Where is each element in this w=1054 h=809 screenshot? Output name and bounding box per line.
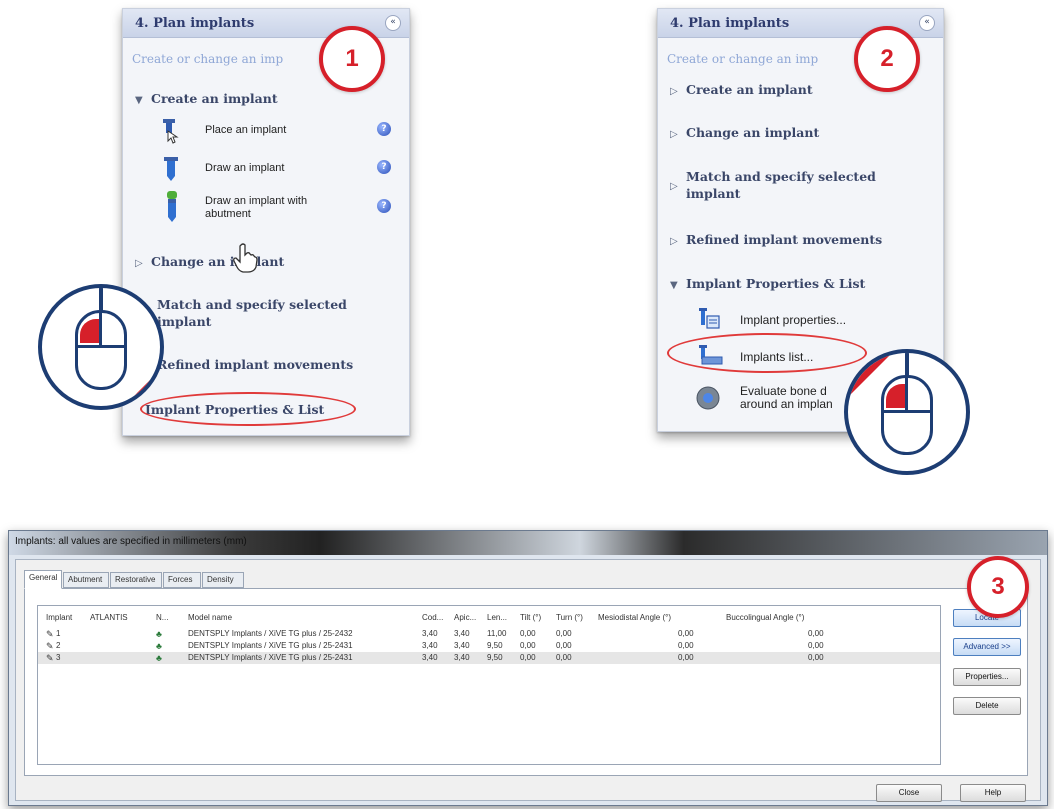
tab-general[interactable]: General: [24, 570, 62, 589]
tool-place-implant[interactable]: Place an implant: [205, 124, 286, 137]
implants-list-dialog: Implants: all values are specified in mi…: [8, 530, 1048, 806]
draw-implant-abutment-icon: [167, 191, 177, 222]
evaluate-bone-icon: [696, 386, 720, 410]
table-row[interactable]: ✎ 1 ♣ DENTSPLY Implants / XiVE TG plus /…: [38, 628, 940, 640]
panel-title: 4. Plan implants: [135, 16, 255, 31]
help-icon[interactable]: ?: [377, 199, 391, 213]
implant-properties-icon: [699, 308, 720, 329]
collapsed-triangle-icon: ▷: [135, 258, 143, 269]
section-create-implant[interactable]: ▼ Create an implant: [135, 90, 278, 109]
tool-draw-implant[interactable]: Draw an implant: [205, 162, 284, 175]
highlight-oval: [140, 392, 356, 426]
section-change-implant[interactable]: ▷ Change an implant: [670, 124, 819, 143]
properties-button[interactable]: Properties...: [953, 668, 1021, 686]
section-implant-properties-list[interactable]: ▼ Implant Properties & List: [670, 275, 865, 294]
close-button[interactable]: Close: [876, 784, 942, 802]
collapsed-triangle-icon: ▷: [670, 129, 678, 140]
step-1-badge: 1: [319, 26, 385, 92]
col-turn[interactable]: Turn (°): [556, 612, 583, 624]
implants-table: Implant ATLANTIS N... Model name Cod... …: [37, 605, 941, 765]
help-icon[interactable]: ?: [377, 160, 391, 174]
dialog-titlebar[interactable]: Implants: all values are specified in mi…: [9, 531, 1047, 555]
collapse-chevron-icon[interactable]: «: [919, 15, 935, 31]
tooth-icon: ♣: [156, 629, 162, 639]
section-change-implant[interactable]: ▷ Change an implant: [135, 253, 284, 272]
tab-forces[interactable]: Forces: [163, 572, 201, 588]
step-3-badge: 3: [967, 556, 1029, 618]
col-cod[interactable]: Cod...: [422, 612, 443, 624]
col-implant[interactable]: Implant: [46, 612, 72, 624]
col-mesiodistal[interactable]: Mesiodistal Angle (°): [598, 612, 671, 624]
table-row[interactable]: ✎ 2 ♣ DENTSPLY Implants / XiVE TG plus /…: [38, 640, 940, 652]
implant-pen-icon: ✎: [46, 641, 54, 651]
col-apic[interactable]: Apic...: [454, 612, 476, 624]
panel-subtitle: Create or change an imp: [132, 52, 284, 66]
collapsed-triangle-icon: ▷: [670, 86, 678, 97]
col-atlantis[interactable]: ATLANTIS: [90, 612, 128, 624]
implant-pen-icon: ✎: [46, 629, 54, 639]
collapsed-triangle-icon: ▷: [670, 181, 678, 192]
tooth-icon: ♣: [156, 653, 162, 663]
tab-density[interactable]: Density: [202, 572, 244, 588]
col-model-name[interactable]: Model name: [188, 612, 232, 624]
tab-abutment[interactable]: Abutment: [63, 572, 109, 588]
section-match-specify[interactable]: ▷Match and specify selected implant: [670, 168, 886, 202]
section-match-specify[interactable]: Match and specify selected implant: [157, 296, 367, 330]
mouse-cord: [905, 353, 909, 377]
advanced-button[interactable]: Advanced >>: [953, 638, 1021, 656]
table-header: Implant ATLANTIS N... Model name Cod... …: [38, 612, 940, 624]
tool-implant-properties[interactable]: Implant properties...: [740, 314, 846, 327]
col-len[interactable]: Len...: [487, 612, 507, 624]
section-refined-movements[interactable]: ▷ Refined implant movements: [670, 231, 882, 250]
dialog-body: General Abutment Restorative Forces Dens…: [15, 559, 1041, 802]
tool-draw-implant-abutment[interactable]: Draw an implant with abutment: [205, 195, 325, 221]
delete-button[interactable]: Delete: [953, 697, 1021, 715]
highlight-oval: [667, 333, 867, 373]
section-create-implant[interactable]: ▷ Create an implant: [670, 81, 813, 100]
col-buccolingual[interactable]: Buccolingual Angle (°): [726, 612, 804, 624]
implant-pen-icon: ✎: [46, 653, 54, 663]
step-2-badge: 2: [854, 26, 920, 92]
section-refined-movements[interactable]: Refined implant movements: [157, 356, 353, 373]
col-tilt[interactable]: Tilt (°): [520, 612, 541, 624]
expanded-triangle-icon: ▼: [670, 280, 678, 291]
mouse-icon: [75, 310, 127, 390]
mouse-icon: [881, 375, 933, 455]
help-button[interactable]: Help: [960, 784, 1026, 802]
collapse-chevron-icon[interactable]: «: [385, 15, 401, 31]
place-implant-icon: [163, 119, 179, 144]
panel-subtitle: Create or change an imp: [667, 52, 819, 66]
mouse-click-circle-2: [844, 349, 970, 475]
dialog-title: Implants: all values are specified in mi…: [15, 536, 247, 547]
draw-implant-icon: [164, 157, 178, 181]
hand-cursor-icon: [233, 243, 258, 273]
panel-title: 4. Plan implants: [670, 16, 790, 31]
mouse-cord: [99, 288, 103, 312]
col-n[interactable]: N...: [156, 612, 168, 624]
collapsed-triangle-icon: ▷: [670, 236, 678, 247]
corner-accent: [120, 366, 160, 406]
tooth-icon: ♣: [156, 641, 162, 651]
tab-restorative[interactable]: Restorative: [110, 572, 162, 588]
mouse-click-circle-1: [38, 284, 164, 410]
general-tab-panel: Implant ATLANTIS N... Model name Cod... …: [24, 588, 1028, 776]
expanded-triangle-icon: ▼: [135, 95, 143, 106]
help-icon[interactable]: ?: [377, 122, 391, 136]
tool-evaluate-bone[interactable]: Evaluate bone d around an implan: [740, 385, 850, 411]
table-row[interactable]: ✎ 3 ♣ DENTSPLY Implants / XiVE TG plus /…: [38, 652, 940, 664]
